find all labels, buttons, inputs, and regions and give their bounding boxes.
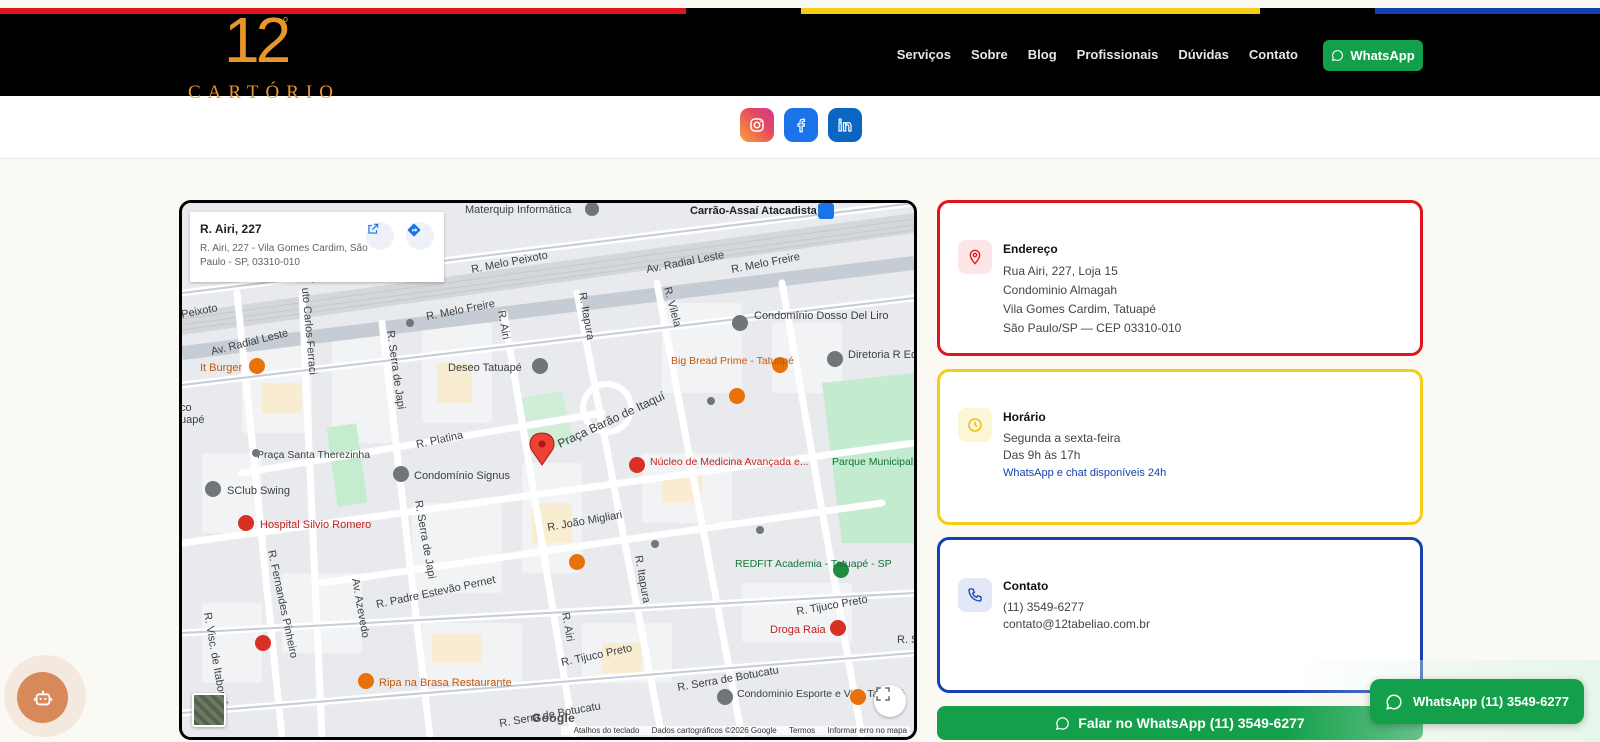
- map-pin-icon: [969, 249, 981, 265]
- hours-note: WhatsApp e chat disponíveis 24h: [1003, 467, 1167, 479]
- external-link-icon: [368, 223, 379, 234]
- whatsapp-icon: [1332, 50, 1344, 62]
- address-line: Condominio Almagah: [1003, 283, 1118, 297]
- facebook-icon: [797, 118, 806, 133]
- hours-line: Das 9h às 17h: [1003, 448, 1081, 462]
- map-place-address: R. Airi, 227 - Vila Gomes Cardim, São Pa…: [200, 243, 368, 268]
- poi-label: Diretoria R Educação: [848, 349, 914, 361]
- whatsapp-cta-label: Falar no WhatsApp (11) 3549-6277: [1078, 715, 1305, 731]
- fullscreen-button[interactable]: [874, 685, 906, 717]
- embedded-map[interactable]: R. Melo Peixoto Av. Radial Leste R. Melo…: [179, 200, 917, 740]
- poi-label: Praça Santa Therezinha: [257, 449, 370, 461]
- directions-icon: [407, 223, 421, 237]
- instagram-icon: [750, 118, 764, 132]
- address-line: Vila Gomes Cardim, Tatuapé: [1003, 302, 1156, 316]
- poi-label: Deseo Tatuapé: [448, 362, 522, 374]
- map-canvas[interactable]: R. Melo Peixoto Av. Radial Leste R. Melo…: [182, 203, 914, 737]
- nav-duvidas[interactable]: Dúvidas: [1178, 47, 1229, 62]
- poi-label: Materquip Informática: [465, 204, 572, 216]
- satellite-toggle[interactable]: [192, 693, 226, 727]
- stripe-red: [0, 8, 686, 14]
- linkedin-button[interactable]: [828, 108, 862, 142]
- chatbot-button[interactable]: [17, 672, 68, 723]
- poi-label: Condomínio Signus: [414, 470, 511, 482]
- open-in-maps-button[interactable]: [366, 222, 394, 250]
- hours-card: Horário Segunda a sexta-feira Das 9h às …: [937, 369, 1423, 525]
- keyboard-shortcuts-link[interactable]: Atalhos do teclado: [574, 726, 640, 735]
- address-line: Rua Airi, 227, Loja 15: [1003, 264, 1118, 278]
- poi-label: co: [182, 402, 192, 414]
- fullscreen-icon: [876, 687, 890, 701]
- header-whatsapp-label: WhatsApp: [1350, 48, 1415, 63]
- map-data-credit: Dados cartográficos ©2026 Google: [651, 726, 777, 735]
- stripe-yellow: [801, 8, 1260, 14]
- poi-label: REDFIT Academia - Tatuapé - SP: [735, 558, 892, 570]
- map-credits: Atalhos do teclado Dados cartográficos ©…: [560, 726, 910, 735]
- floating-whatsapp-button[interactable]: WhatsApp (11) 3549-6277: [1370, 679, 1584, 724]
- contact-email[interactable]: contato@12tabeliao.com.br: [1003, 617, 1150, 631]
- google-wordmark: Google: [532, 711, 576, 725]
- poi-label: Ripa na Brasa Restaurante: [379, 677, 512, 689]
- address-title: Endereço: [1003, 242, 1058, 256]
- floating-whatsapp-label: WhatsApp (11) 3549-6277: [1412, 694, 1570, 709]
- site-logo[interactable]: 12 o CARTÓRIO: [188, 4, 333, 104]
- robot-icon: [33, 690, 52, 705]
- stripe-blue: [1375, 8, 1600, 14]
- poi-label: Big Bread Prime - Tatuapé: [671, 355, 794, 367]
- nav-blog[interactable]: Blog: [1028, 47, 1057, 62]
- logo-sup: o: [283, 14, 289, 24]
- whatsapp-icon: [1386, 693, 1402, 710]
- map-place-title: R. Airi, 227: [200, 222, 262, 236]
- poi-label: Parque Municipal do Tatuapé (Sampaio...: [832, 456, 914, 468]
- poi-label: Carrão-Assaí Atacadista: [690, 205, 818, 217]
- contact-phone[interactable]: (11) 3549-6277: [1003, 600, 1084, 614]
- linkedin-icon: [838, 118, 852, 132]
- nav-servicos[interactable]: Serviços: [897, 47, 951, 62]
- poi-label: Hospital Silvio Romero: [260, 519, 371, 531]
- map-place-card: R. Airi, 227 R. Airi, 227 - Vila Gomes C…: [190, 212, 444, 282]
- logo-word: CARTÓRIO: [188, 82, 340, 103]
- nav-sobre[interactable]: Sobre: [971, 47, 1008, 62]
- poi-label: SClub Swing: [227, 485, 290, 497]
- poi-label: uapé: [182, 414, 204, 426]
- nav-profissionais[interactable]: Profissionais: [1077, 47, 1159, 62]
- clock-icon: [968, 418, 982, 432]
- report-error-link[interactable]: Informar erro no mapa: [827, 726, 907, 735]
- hours-title: Horário: [1003, 410, 1046, 424]
- main-nav: Serviços Sobre Blog Profissionais Dúvida…: [877, 47, 1298, 62]
- street-label: R. Se: [897, 634, 914, 646]
- address-line: São Paulo/SP — CEP 03310-010: [1003, 321, 1182, 335]
- contact-icon-box: [958, 578, 992, 612]
- poi-label: Condomínio Dosso Del Liro: [754, 310, 889, 322]
- whatsapp-icon: [1056, 716, 1070, 730]
- logo-number: 12: [224, 4, 291, 76]
- phone-icon: [968, 588, 982, 602]
- address-icon-box: [958, 240, 992, 274]
- hours-line: Segunda a sexta-feira: [1003, 431, 1121, 445]
- poi-label: It Burger: [200, 362, 243, 374]
- header-whatsapp-button[interactable]: WhatsApp: [1323, 40, 1423, 71]
- nav-contato[interactable]: Contato: [1249, 47, 1298, 62]
- instagram-button[interactable]: [740, 108, 774, 142]
- directions-button[interactable]: [406, 222, 434, 250]
- poi-label: Droga Raia: [770, 624, 827, 636]
- terms-link[interactable]: Termos: [789, 726, 815, 735]
- hours-icon-box: [958, 408, 992, 442]
- address-card: Endereço Rua Airi, 227, Loja 15 Condomin…: [937, 200, 1423, 356]
- contact-title: Contato: [1003, 579, 1049, 593]
- facebook-button[interactable]: [784, 108, 818, 142]
- poi-label: Núcleo de Medicina Avançada e...: [650, 456, 809, 468]
